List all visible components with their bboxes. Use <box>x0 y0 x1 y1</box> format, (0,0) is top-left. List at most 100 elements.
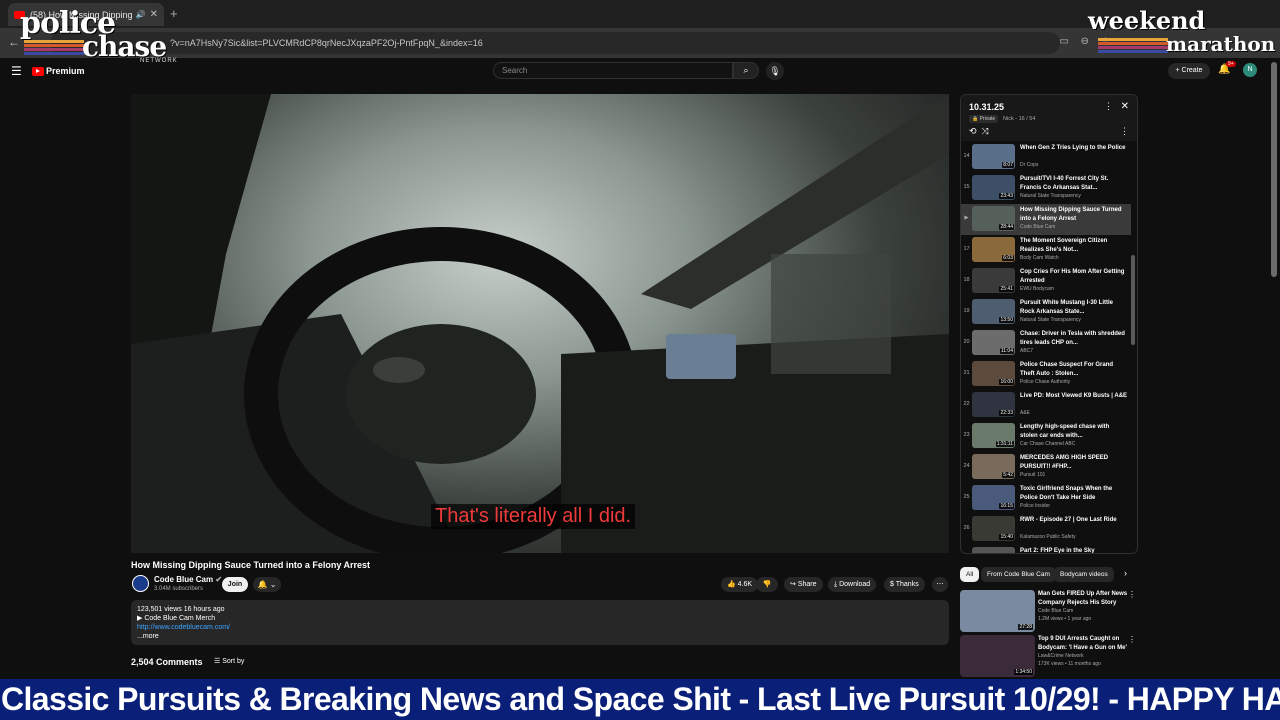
playlist-item-duration: 8:07 <box>1002 162 1014 168</box>
playlist-item[interactable]: 15 23:43 Pursuit/TVI I-40 Forrest City St.… <box>961 173 1131 204</box>
download-button[interactable]: ⤓ Download <box>828 577 877 592</box>
sort-icon: ☰ <box>214 658 221 665</box>
search-icon[interactable]: ⌕ <box>733 62 759 79</box>
playlist-item-thumbnail[interactable]: 25:41 <box>972 268 1015 293</box>
playlist-item-title[interactable]: Chase: Driver in Tesla with shredded tir… <box>1020 330 1128 347</box>
description-box[interactable]: 123,501 views 16 hours ago ▶ Code Blue C… <box>131 600 949 645</box>
playlist-item-title[interactable]: Pursuit/TVI I-40 Forrest City St. Franci… <box>1020 175 1128 192</box>
playlist-item-thumbnail[interactable]: 23:43 <box>972 175 1015 200</box>
playlist-title[interactable]: 10.31.25 <box>969 102 1004 112</box>
playlist-item[interactable]: 18 25:41 Cop Cries For His Mom After Getti… <box>961 266 1131 297</box>
playlist-item-thumbnail[interactable]: 16:00 <box>972 361 1015 386</box>
playlist-item[interactable]: 17 6:03 The Moment Sovereign Citizen Reali… <box>961 235 1131 266</box>
chevron-right-icon[interactable]: › <box>1124 568 1127 578</box>
playlist-item-title[interactable]: MERCEDES AMG HIGH SPEED PURSUIT!! #FHP..… <box>1020 454 1128 471</box>
channel-name-text: Code Blue Cam <box>154 575 214 584</box>
playlist-item-index: 18 <box>963 277 970 283</box>
playlist-item-thumbnail[interactable]: 28:44 <box>972 206 1015 231</box>
thanks-button[interactable]: $ Thanks <box>884 577 925 592</box>
playlist-item[interactable]: 23 1:31:11 Lengthy high-speed chase with s… <box>961 421 1131 452</box>
playlist-item-title[interactable]: Toxic Girlfriend Snaps When the Police D… <box>1020 485 1128 502</box>
recommended-video[interactable]: 1:34:50 Top 9 DUI Arrests Caught on Bodyc… <box>960 635 1138 679</box>
playlist-item-duration: 16:00 <box>999 379 1014 385</box>
playlist-item-thumbnail[interactable]: 5:42 <box>972 454 1015 479</box>
playlist-item-title[interactable]: Lengthy high-speed chase with stolen car… <box>1020 423 1128 440</box>
recommended-thumbnail[interactable]: 27:28 <box>960 590 1035 632</box>
playlist-item[interactable]: 24 5:42 MERCEDES AMG HIGH SPEED PURSUIT!! … <box>961 452 1131 483</box>
more-link[interactable]: ...more <box>137 632 943 641</box>
sort-comments-button[interactable]: ☰ Sort by <box>214 657 244 665</box>
playlist-item-thumbnail[interactable]: 22:33 <box>972 392 1015 417</box>
video-player[interactable] <box>131 94 949 553</box>
like-button[interactable]: 👍 4.6K <box>721 577 759 592</box>
recommended-title[interactable]: Top 9 DUI Arrests Caught on Bodycam: 'I … <box>1038 635 1128 653</box>
playlist-item-thumbnail[interactable] <box>972 547 1015 553</box>
share-button[interactable]: ↪ Share <box>784 577 823 592</box>
playlist-item-channel: Body Cam Watch <box>1020 255 1059 261</box>
page-scrollbar[interactable] <box>1271 62 1277 277</box>
chip-bodycam-videos[interactable]: Bodycam videos <box>1054 567 1114 582</box>
create-button[interactable]: + Create <box>1168 63 1210 79</box>
recommended-thumbnail[interactable]: 1:34:50 <box>960 635 1035 677</box>
cast-icon[interactable]: ▭ <box>1059 36 1068 47</box>
channel-avatar[interactable] <box>132 575 149 592</box>
playlist-item-title[interactable]: Live PD: Most Viewed K9 Busts | A&E <box>1020 392 1128 401</box>
playlist-item-index: 26 <box>963 525 970 531</box>
screen: (58) How Missing Dipping S 🔊 ✕ + ← ?v=nA… <box>0 0 1280 720</box>
playlist-item-title[interactable]: Cop Cries For His Mom After Getting Arre… <box>1020 268 1128 285</box>
playlist-item-thumbnail[interactable]: 13:50 <box>972 299 1015 324</box>
playlist-item[interactable]: 21 16:00 Police Chase Suspect For Grand Th… <box>961 359 1131 390</box>
playlist-item-title[interactable]: RWR - Episode 27 | One Last Ride <box>1020 516 1128 525</box>
channel-name[interactable]: Code Blue Cam ✔ <box>154 575 222 584</box>
playlist-item-thumbnail[interactable]: 1:31:11 <box>972 423 1015 448</box>
playlist-scroll-thumb[interactable] <box>1131 255 1135 345</box>
playlist-item[interactable]: 25 16:15 Toxic Girlfriend Snaps When the P… <box>961 483 1131 514</box>
privacy-badge: 🔒 Private <box>969 115 999 123</box>
playlist-item-title[interactable]: Part 2: FHP Eye in the Sky <box>1020 547 1128 553</box>
merch-link[interactable]: http://www.codebluecam.com/ <box>137 623 943 632</box>
logo-word-network: NETWORK <box>140 58 178 64</box>
playlist-item[interactable]: 22 22:33 Live PD: Most Viewed K9 Busts | A… <box>961 390 1131 421</box>
subscribe-bell-button[interactable]: 🔔 ⌄ <box>253 577 281 592</box>
playlist-item-thumbnail[interactable]: 15:40 <box>972 516 1015 541</box>
more-vertical-icon[interactable]: ⋮ <box>1128 590 1136 599</box>
dislike-button[interactable]: 👎 <box>756 577 778 592</box>
playlist-item-thumbnail[interactable]: 11:04 <box>972 330 1015 355</box>
playlist-item-duration: 6:03 <box>1002 255 1014 261</box>
playlist-item-title[interactable]: Police Chase Suspect For Grand Theft Aut… <box>1020 361 1128 378</box>
playlist-item-title[interactable]: When Gen Z Tries Lying to the Police <box>1020 144 1128 153</box>
url-field[interactable]: ?v=nA7HsNy7Sic&list=PLVCMRdCP8qrNecJXqza… <box>50 32 1060 54</box>
playlist-options-icon[interactable]: ⋮ <box>1120 126 1129 137</box>
playlist-item-title[interactable]: How Missing Dipping Sauce Turned into a … <box>1020 206 1128 223</box>
more-vertical-icon[interactable]: ⋮ <box>1128 635 1136 644</box>
playlist-item-channel: A&E <box>1020 410 1031 416</box>
playlist-item-duration: 23:43 <box>999 193 1014 199</box>
more-actions-button[interactable]: ⋯ <box>932 577 948 592</box>
shuffle-icon[interactable]: ⤨ <box>982 126 994 136</box>
playlist-item[interactable]: 14 8:07 When Gen Z Tries Lying to the Poli… <box>961 142 1131 173</box>
playlist-item-title[interactable]: Pursuit White Mustang I-30 Little Rock A… <box>1020 299 1128 316</box>
playlist-item[interactable]: 20 11:04 Chase: Driver in Tesla with shred… <box>961 328 1131 359</box>
playlist-item[interactable]: 27Part 2: FHP Eye in the Sky <box>961 545 1131 553</box>
loop-icon[interactable]: ⟲ <box>969 126 982 136</box>
playlist-scrollbar[interactable] <box>1131 145 1135 549</box>
microphone-icon[interactable]: 🎙 <box>766 62 784 80</box>
playlist-item-thumbnail[interactable]: 16:15 <box>972 485 1015 510</box>
playlist-item-thumbnail[interactable]: 6:03 <box>972 237 1015 262</box>
playlist-item[interactable]: 26 15:40 RWR - Episode 27 | One Last Ride K… <box>961 514 1131 545</box>
chip-from-channel[interactable]: From Code Blue Cam <box>981 567 1056 582</box>
playlist-item[interactable]: 19 13:50 Pursuit White Mustang I-30 Little… <box>961 297 1131 328</box>
thumbs-down-icon: 👎 <box>762 581 772 588</box>
playlist-item[interactable]: ▶ 28:44 How Missing Dipping Sauce Turned i… <box>961 204 1131 235</box>
search-input[interactable]: Search <box>493 62 733 79</box>
playlist-more-icon[interactable]: ⋮ <box>1104 101 1113 112</box>
account-avatar[interactable]: N <box>1243 63 1257 77</box>
weekend-marathon-logo: weekend marathon <box>1086 4 1276 60</box>
recommended-video[interactable]: 27:28 Man Gets FIRED Up After News Compan… <box>960 590 1138 634</box>
chip-all[interactable]: All <box>960 567 980 582</box>
close-playlist-icon[interactable]: ✕ <box>1121 101 1129 112</box>
join-button[interactable]: Join <box>222 577 248 592</box>
recommended-title[interactable]: Man Gets FIRED Up After News Company Rej… <box>1038 590 1128 608</box>
playlist-item-title[interactable]: The Moment Sovereign Citizen Realizes Sh… <box>1020 237 1128 254</box>
playlist-item-thumbnail[interactable]: 8:07 <box>972 144 1015 169</box>
